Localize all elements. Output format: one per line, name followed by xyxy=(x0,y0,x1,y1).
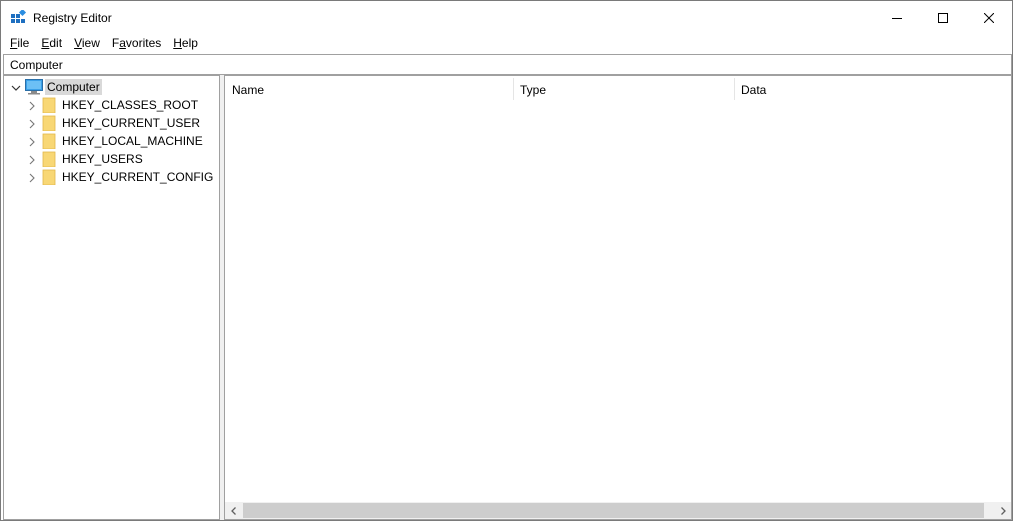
menu-file[interactable]: File xyxy=(4,34,35,53)
folder-icon xyxy=(42,115,58,132)
address-bar[interactable]: Computer xyxy=(3,54,1012,75)
menu-favorites[interactable]: Favorites xyxy=(106,34,167,53)
tree-label: HKEY_CURRENT_CONFIG xyxy=(62,170,214,184)
menu-view-mnemonic: V xyxy=(74,36,82,50)
list-header: Name Type Data xyxy=(225,76,1011,102)
column-header-label: Data xyxy=(741,83,767,97)
menu-edit[interactable]: Edit xyxy=(35,34,68,53)
folder-icon xyxy=(42,97,58,114)
menu-favorites-label-rest: vorites xyxy=(125,36,162,50)
column-header-type[interactable]: Type xyxy=(513,76,734,102)
window-title: Registry Editor xyxy=(33,11,112,25)
tree-label-computer: Computer xyxy=(45,79,102,95)
key-tree-pane[interactable]: Computer HKEY_CLASSES_ROOT HKEY_CURRENT_… xyxy=(3,75,220,520)
horizontal-scrollbar[interactable] xyxy=(225,502,1011,519)
tree-label: HKEY_CURRENT_USER xyxy=(62,116,201,130)
chevron-left-icon xyxy=(230,504,238,518)
menu-edit-label-rest: dit xyxy=(49,36,63,50)
menu-file-label-rest: ile xyxy=(17,36,30,50)
menu-help-label-rest: elp xyxy=(181,36,198,50)
menu-help-mnemonic: H xyxy=(173,36,182,50)
registry-editor-window: Registry Editor File Edit View Favorites… xyxy=(0,0,1013,521)
maximize-button[interactable] xyxy=(920,1,966,34)
expand-chevron-icon[interactable] xyxy=(27,154,37,165)
expand-chevron-icon[interactable] xyxy=(27,172,37,183)
registry-editor-app-icon xyxy=(11,8,27,26)
folder-icon xyxy=(42,151,58,168)
tree-label: HKEY_USERS xyxy=(62,152,143,166)
title-bar[interactable]: Registry Editor xyxy=(1,1,1012,34)
minimize-button[interactable] xyxy=(874,1,920,34)
close-button[interactable] xyxy=(966,1,1012,34)
menu-favorites-mnemonic: a xyxy=(119,36,126,50)
expand-chevron-icon[interactable] xyxy=(27,118,37,129)
computer-icon xyxy=(25,79,43,95)
folder-icon xyxy=(42,133,58,150)
menu-view[interactable]: View xyxy=(68,34,106,53)
close-icon xyxy=(984,12,994,23)
expand-chevron-icon[interactable] xyxy=(27,136,37,147)
menu-help[interactable]: Help xyxy=(167,34,204,53)
collapse-chevron-icon[interactable] xyxy=(11,82,21,92)
tree-label: HKEY_LOCAL_MACHINE xyxy=(62,134,203,148)
chevron-right-icon xyxy=(999,504,1007,518)
address-path: Computer xyxy=(10,58,63,72)
scrollbar-thumb[interactable] xyxy=(243,503,984,518)
tree-label: HKEY_CLASSES_ROOT xyxy=(62,98,199,112)
column-header-label: Name xyxy=(232,83,265,97)
scroll-left-button[interactable] xyxy=(225,502,242,519)
minimize-icon xyxy=(892,13,902,23)
menu-bar: File Edit View Favorites Help xyxy=(1,34,1012,53)
column-header-name[interactable]: Name xyxy=(225,76,513,102)
column-header-data[interactable]: Data xyxy=(734,76,1011,102)
expand-chevron-icon[interactable] xyxy=(27,100,37,111)
column-header-label: Type xyxy=(520,83,547,97)
maximize-icon xyxy=(938,12,948,23)
folder-icon xyxy=(42,169,58,186)
menu-view-label-rest: iew xyxy=(81,36,100,50)
values-list-pane[interactable]: Name Type Data xyxy=(224,75,1012,520)
scroll-right-button[interactable] xyxy=(994,502,1011,519)
